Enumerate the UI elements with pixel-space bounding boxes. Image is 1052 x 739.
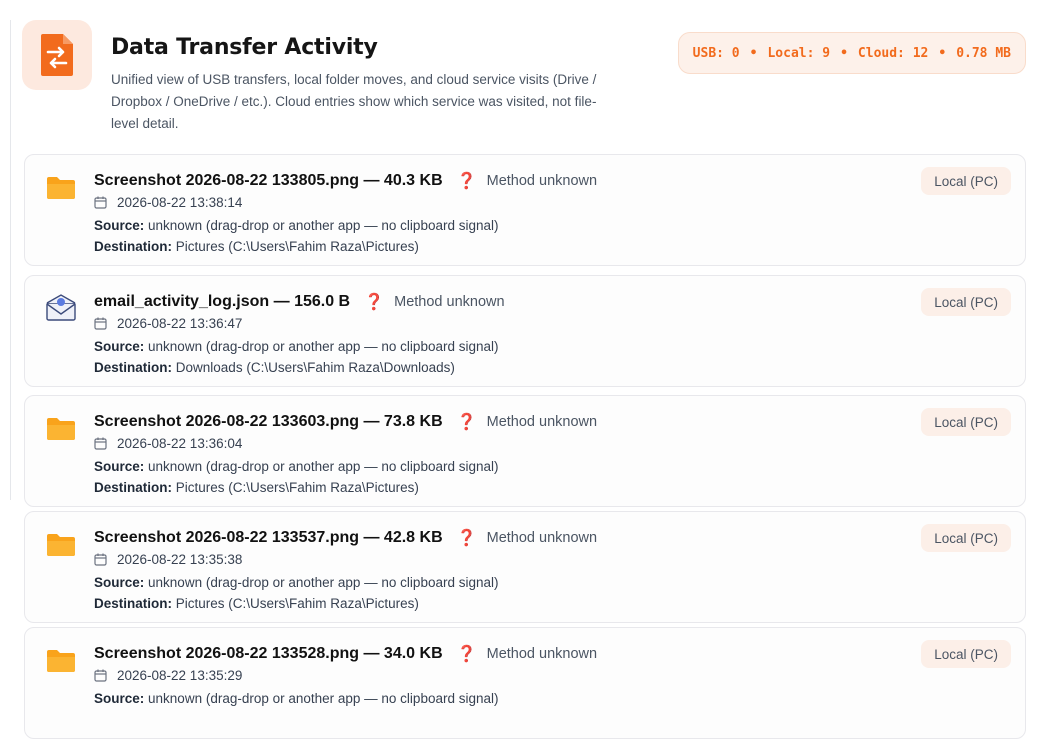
file-title: email_activity_log.json — 156.0 B <box>94 293 351 310</box>
page-description: Unified view of USB transfers, local fol… <box>111 72 597 131</box>
folder-icon <box>47 650 75 672</box>
page-title: Data Transfer Activity <box>111 35 378 60</box>
source-label: Source: <box>94 575 145 590</box>
transfer-stats-badge: USB: 0 • Local: 9 • Cloud: 12 • 0.78 MB <box>677 32 1026 74</box>
source-value: unknown (drag-drop or another app — no c… <box>148 459 499 474</box>
timestamp: 2026-08-22 13:36:04 <box>117 436 243 451</box>
method-label: Method unknown <box>486 530 598 546</box>
destination-label: Destination: <box>94 480 173 495</box>
question-mark-icon: ❓ <box>456 530 477 547</box>
destination-value: Pictures (C:\Users\Fahim Raza\Pictures) <box>175 239 419 254</box>
calendar-icon <box>94 196 107 209</box>
timestamp: 2026-08-22 13:38:14 <box>117 195 243 210</box>
destination-label: Destination: <box>94 596 173 611</box>
destination-label: Destination: <box>94 239 173 254</box>
destination-value: Downloads (C:\Users\Fahim Raza\Downloads… <box>175 360 455 375</box>
destination-line: Destination: Pictures (C:\Users\Fahim Ra… <box>94 596 419 611</box>
source-value: unknown (drag-drop or another app — no c… <box>148 575 499 590</box>
transfer-arrows-icon <box>41 34 73 76</box>
destination-line: Destination: Pictures (C:\Users\Fahim Ra… <box>94 480 419 495</box>
folder-icon <box>47 534 75 556</box>
method-label: Method unknown <box>394 294 505 310</box>
total-size: 0.78 MB <box>956 45 1011 61</box>
left-divider <box>10 20 11 500</box>
source-value: unknown (drag-drop or another app — no c… <box>148 339 499 354</box>
file-title: Screenshot 2026-08-22 133528.png — 34.0 … <box>94 645 443 662</box>
destination-line: Destination: Downloads (C:\Users\Fahim R… <box>94 360 455 375</box>
source-line: Source: unknown (drag-drop or another ap… <box>94 575 499 590</box>
file-title: Screenshot 2026-08-22 133603.png — 73.8 … <box>94 413 443 430</box>
calendar-icon <box>94 669 107 682</box>
destination-line: Destination: Pictures (C:\Users\Fahim Ra… <box>94 239 419 254</box>
timestamp: 2026-08-22 13:36:47 <box>117 316 243 331</box>
calendar-icon <box>94 317 107 330</box>
activity-entry[interactable]: Screenshot 2026-08-22 133528.png — 34.0 … <box>24 627 1026 739</box>
activity-entry[interactable]: Screenshot 2026-08-22 133603.png — 73.8 … <box>24 395 1026 507</box>
question-mark-icon: ❓ <box>364 294 385 311</box>
stats-separator: • <box>938 45 947 61</box>
location-tag: Local (PC) <box>921 167 1011 195</box>
timestamp: 2026-08-22 13:35:38 <box>117 552 243 567</box>
source-line: Source: unknown (drag-drop or another ap… <box>94 691 499 706</box>
question-mark-icon: ❓ <box>456 173 477 190</box>
method-label: Method unknown <box>486 173 598 189</box>
activity-entry[interactable]: Screenshot 2026-08-22 133537.png — 42.8 … <box>24 511 1026 623</box>
calendar-icon <box>94 437 107 450</box>
destination-value: Pictures (C:\Users\Fahim Raza\Pictures) <box>175 480 419 495</box>
timestamp: 2026-08-22 13:35:29 <box>117 668 243 683</box>
destination-label: Destination: <box>94 360 173 375</box>
source-value: unknown (drag-drop or another app — no c… <box>148 218 499 233</box>
location-tag: Local (PC) <box>921 408 1011 436</box>
source-label: Source: <box>94 459 145 474</box>
folder-icon <box>47 177 75 199</box>
page-header: Data Transfer Activity Unified view of U… <box>22 20 1028 140</box>
file-title: Screenshot 2026-08-22 133537.png — 42.8 … <box>94 529 443 546</box>
location-tag: Local (PC) <box>921 524 1011 552</box>
activity-entry[interactable]: Screenshot 2026-08-22 133805.png — 40.3 … <box>24 154 1026 266</box>
usb-count: USB: 0 <box>692 45 740 61</box>
calendar-icon <box>94 553 107 566</box>
method-label: Method unknown <box>486 414 598 430</box>
stats-separator: • <box>840 45 848 61</box>
file-title: Screenshot 2026-08-22 133805.png — 40.3 … <box>94 172 443 189</box>
email-envelope-icon <box>46 294 76 321</box>
source-value: unknown (drag-drop or another app — no c… <box>148 691 499 706</box>
activity-entry[interactable]: email_activity_log.json — 156.0 B ❓ Meth… <box>24 275 1026 387</box>
source-line: Source: unknown (drag-drop or another ap… <box>94 218 499 233</box>
question-mark-icon: ❓ <box>456 646 477 663</box>
app-logo <box>22 20 92 90</box>
location-tag: Local (PC) <box>921 640 1011 668</box>
destination-value: Pictures (C:\Users\Fahim Raza\Pictures) <box>175 596 419 611</box>
source-label: Source: <box>94 691 145 706</box>
method-label: Method unknown <box>486 646 598 662</box>
source-label: Source: <box>94 339 145 354</box>
local-count: Local: 9 <box>767 45 831 61</box>
source-line: Source: unknown (drag-drop or another ap… <box>94 339 499 354</box>
source-line: Source: unknown (drag-drop or another ap… <box>94 459 499 474</box>
location-tag: Local (PC) <box>921 288 1011 316</box>
stats-separator: • <box>749 45 758 61</box>
cloud-count: Cloud: 12 <box>857 45 929 61</box>
question-mark-icon: ❓ <box>456 414 477 431</box>
source-label: Source: <box>94 218 145 233</box>
folder-icon <box>47 418 75 440</box>
